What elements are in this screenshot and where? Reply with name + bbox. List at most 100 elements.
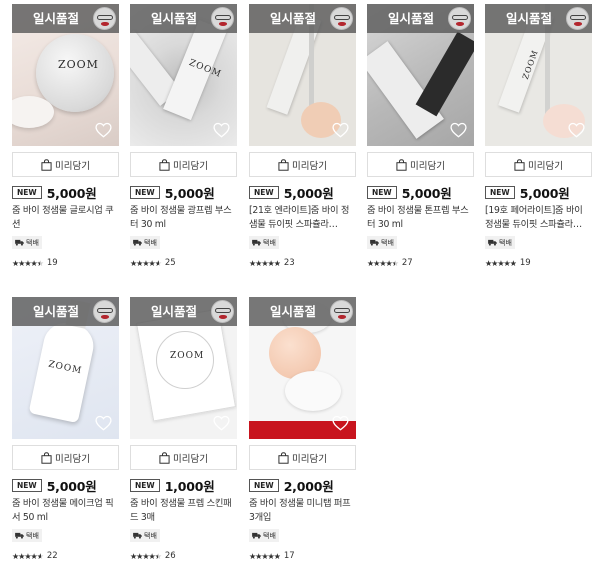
preorder-cart-label: 미리담기 — [292, 453, 327, 465]
soldout-label: 일시품절 — [505, 11, 552, 26]
preorder-cart-label: 미리담기 — [410, 160, 445, 172]
preorder-cart-button[interactable]: 미리담기 — [130, 445, 237, 470]
product-card[interactable]: ZOOM 일시품절 미리담기 NEW 5,000원 줌 바이 정샘물 글로시업 … — [12, 4, 119, 268]
star-rating-icon: ★★★★★★★★★★ — [130, 258, 162, 268]
review-count: 25 — [164, 258, 176, 268]
product-image[interactable]: 일시품절 — [367, 4, 474, 146]
brand-logo-icon — [211, 7, 234, 30]
product-card[interactable]: ZOOM 일시품절 미리담기 NEW 5,000원 [19호 페어라이트]줌 바… — [485, 4, 592, 268]
shipping-label: 택배 — [144, 531, 157, 540]
product-name[interactable]: 줌 바이 정샘물 미니탭 퍼프 3개입 — [249, 497, 356, 525]
heart-icon[interactable] — [213, 415, 230, 431]
preorder-cart-label: 미리담기 — [173, 453, 208, 465]
product-card[interactable]: 일시품절 미리담기 NEW 5,000원 [21호 엔라이트]줌 바이 정샘물 … — [249, 4, 356, 268]
truck-icon — [370, 239, 379, 246]
truck-icon — [15, 532, 24, 539]
review-count: 22 — [46, 551, 58, 561]
product-image[interactable]: 일시품절 — [249, 4, 356, 146]
shipping-badge: 택배 — [367, 236, 397, 249]
shopping-bag-icon — [514, 158, 525, 171]
price-row: NEW 5,000원 — [249, 184, 334, 201]
soldout-label: 일시품절 — [150, 304, 197, 319]
product-image[interactable]: ZOOM 일시품절 — [12, 297, 119, 439]
truck-icon — [252, 239, 261, 246]
shipping-badge: 택배 — [249, 236, 279, 249]
shipping-label: 택배 — [26, 238, 39, 247]
product-price: 5,000원 — [283, 185, 334, 201]
product-image[interactable]: ZOOM 일시품절 — [130, 297, 237, 439]
preorder-cart-button[interactable]: 미리담기 — [249, 445, 356, 470]
new-badge: NEW — [485, 185, 515, 199]
heart-icon[interactable] — [332, 122, 349, 138]
shopping-bag-icon — [278, 158, 289, 171]
product-card[interactable]: ZOOM 일시품절 미리담기 NEW 1,000원 줌 바이 정샘물 프렙 스킨… — [130, 297, 237, 561]
product-name[interactable]: 줌 바이 정샘물 톤프렙 부스터 30 ml — [367, 204, 474, 232]
shopping-bag-icon — [396, 158, 407, 171]
truck-icon — [15, 239, 24, 246]
product-card[interactable]: 일시품절 미리담기 NEW 2,000원 줌 바이 정샘물 미니탭 퍼프 3개입 — [249, 297, 356, 561]
new-badge: NEW — [130, 478, 160, 492]
product-image[interactable]: ZOOM 일시품절 — [485, 4, 592, 146]
shipping-label: 택배 — [144, 238, 157, 247]
review-count: 26 — [164, 551, 176, 561]
preorder-cart-label: 미리담기 — [173, 160, 208, 172]
star-rating-icon: ★★★★★★★★★★ — [367, 258, 399, 268]
preorder-cart-button[interactable]: 미리담기 — [12, 445, 119, 470]
soldout-label: 일시품절 — [150, 11, 197, 26]
shopping-bag-icon — [159, 158, 170, 171]
preorder-cart-label: 미리담기 — [528, 160, 563, 172]
review-count: 27 — [401, 258, 413, 268]
shipping-badge: 택배 — [130, 529, 160, 542]
new-badge: NEW — [12, 478, 42, 492]
product-price: 5,000원 — [46, 185, 97, 201]
star-rating-icon: ★★★★★★★★★★ — [249, 258, 281, 268]
preorder-cart-button[interactable]: 미리담기 — [130, 152, 237, 177]
heart-icon[interactable] — [568, 122, 585, 138]
truck-icon — [133, 532, 142, 539]
product-price: 1,000원 — [164, 478, 215, 494]
product-image[interactable]: ZOOM 일시품절 — [130, 4, 237, 146]
shipping-badge: 택배 — [12, 529, 42, 542]
preorder-cart-button[interactable]: 미리담기 — [249, 152, 356, 177]
preorder-cart-label: 미리담기 — [55, 453, 90, 465]
product-card[interactable]: 일시품절 미리담기 NEW 5,000원 줌 바이 정샘물 톤프렙 부스터 30… — [367, 4, 474, 268]
brand-logo-icon — [93, 300, 116, 323]
shipping-badge: 택배 — [12, 236, 42, 249]
product-image[interactable]: 일시품절 — [249, 297, 356, 439]
product-name[interactable]: [21호 엔라이트]줌 바이 정샘물 듀이핏 스파츌라… — [249, 204, 356, 232]
shipping-badge: 택배 — [249, 529, 279, 542]
price-row: NEW 2,000원 — [249, 477, 334, 494]
brand-logo-icon — [566, 7, 589, 30]
price-row: NEW 5,000원 — [12, 477, 97, 494]
heart-icon[interactable] — [450, 122, 467, 138]
product-name[interactable]: 줌 바이 정샘물 광프렙 부스터 30 ml — [130, 204, 237, 232]
star-rating-icon: ★★★★★★★★★★ — [12, 258, 44, 268]
product-name[interactable]: 줌 바이 정샘물 글로시업 쿠션 — [12, 204, 119, 232]
shipping-label: 택배 — [381, 238, 394, 247]
heart-icon[interactable] — [95, 415, 112, 431]
soldout-label: 일시품절 — [32, 304, 79, 319]
star-rating-icon: ★★★★★★★★★★ — [12, 551, 44, 561]
product-price: 2,000원 — [283, 478, 334, 494]
product-card[interactable]: ZOOM 일시품절 미리담기 NEW 5,000원 줌 바이 정샘물 광프렙 부… — [130, 4, 237, 268]
preorder-cart-button[interactable]: 미리담기 — [485, 152, 592, 177]
product-name[interactable]: 줌 바이 정샘물 프렙 스킨패드 3매 — [130, 497, 237, 525]
preorder-cart-label: 미리담기 — [292, 160, 327, 172]
brand-logo-icon — [93, 7, 116, 30]
soldout-label: 일시품절 — [269, 304, 316, 319]
product-image[interactable]: ZOOM 일시품절 — [12, 4, 119, 146]
product-price: 5,000원 — [164, 185, 215, 201]
shopping-bag-icon — [41, 158, 52, 171]
new-badge: NEW — [367, 185, 397, 199]
shipping-badge: 택배 — [130, 236, 160, 249]
preorder-cart-button[interactable]: 미리담기 — [12, 152, 119, 177]
product-card[interactable]: ZOOM 일시품절 미리담기 NEW 5,000원 줌 바이 정샘물 메이크업 … — [12, 297, 119, 561]
preorder-cart-button[interactable]: 미리담기 — [367, 152, 474, 177]
brand-logo-icon — [330, 7, 353, 30]
shipping-label: 택배 — [499, 238, 512, 247]
heart-icon[interactable] — [213, 122, 230, 138]
heart-icon[interactable] — [332, 415, 349, 431]
heart-icon[interactable] — [95, 122, 112, 138]
product-name[interactable]: 줌 바이 정샘물 메이크업 픽서 50 ml — [12, 497, 119, 525]
product-name[interactable]: [19호 페어라이트]줌 바이 정샘물 듀이핏 스파츌라… — [485, 204, 592, 232]
